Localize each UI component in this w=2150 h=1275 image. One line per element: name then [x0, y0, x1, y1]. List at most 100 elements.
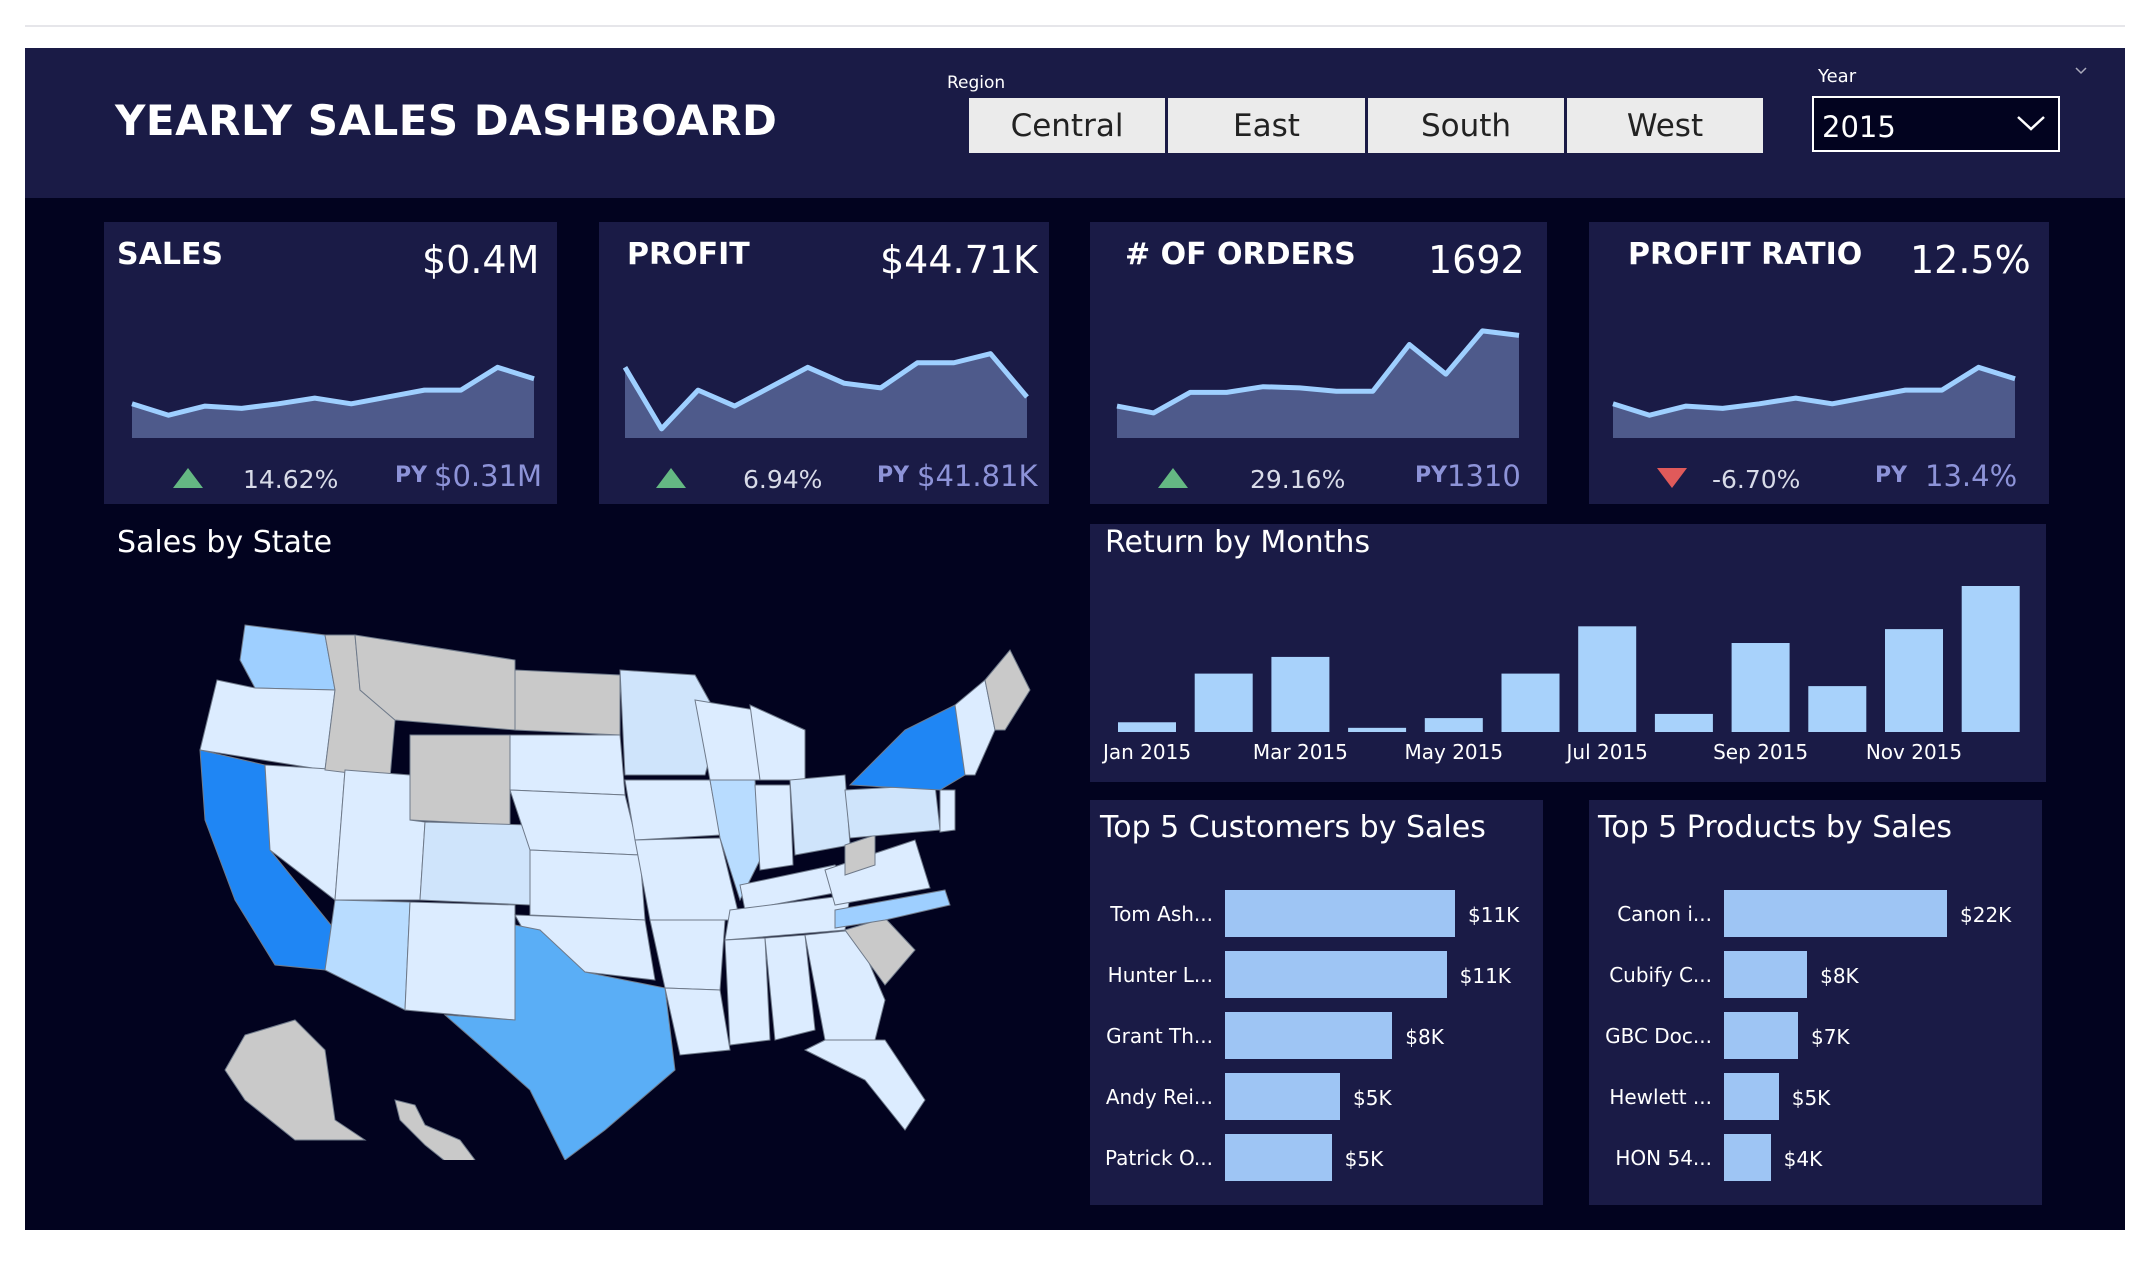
bar-category-label: HON 54...	[1615, 1146, 1712, 1170]
bar[interactable]	[1225, 890, 1455, 937]
month-bar[interactable]	[1961, 586, 2020, 732]
kpi-delta: 14.62%	[243, 465, 339, 494]
region-button-west[interactable]: West	[1567, 98, 1763, 153]
bar[interactable]	[1225, 1012, 1393, 1059]
us-sales-map[interactable]	[185, 600, 1055, 1160]
state-ohio	[789, 774, 851, 856]
region-button-east[interactable]: East	[1168, 98, 1365, 153]
region-button-central[interactable]: Central	[969, 98, 1165, 153]
bar-category-label: Grant Th...	[1106, 1024, 1213, 1048]
state-wyoming	[409, 734, 511, 826]
month-bar[interactable]	[1118, 722, 1176, 732]
state-new-jersey	[939, 789, 956, 833]
month-bar[interactable]	[1808, 686, 1867, 732]
region-slicer-label: Region	[947, 73, 1006, 93]
bar[interactable]	[1225, 951, 1447, 998]
month-tick-label: Sep 2015	[1713, 740, 1808, 764]
bar-category-label: Andy Rei...	[1105, 1085, 1213, 1109]
month-tick-label: Mar 2015	[1253, 740, 1348, 764]
kpi-py-label: PY	[1415, 463, 1448, 488]
month-bar[interactable]	[1424, 718, 1483, 732]
top-customers-chart: Tom Ash... $11K Hunter L... $11K Grant Th...…	[1090, 870, 1543, 1200]
kpi-title: SALES	[117, 237, 224, 272]
kpi-value: $0.4M	[422, 238, 540, 282]
bar[interactable]	[1724, 890, 1947, 937]
state-indiana	[754, 784, 794, 871]
kpi-py-label: PY	[877, 463, 910, 488]
month-bar[interactable]	[1271, 656, 1330, 732]
kpi-value: $44.71K	[880, 238, 1038, 282]
kpi-value: 1692	[1428, 238, 1525, 282]
month-tick-label: Jan 2015	[1101, 740, 1191, 764]
month-bar[interactable]	[1194, 673, 1253, 732]
bar-value-label: $7K	[1810, 1025, 1850, 1049]
state-colorado	[419, 821, 531, 906]
bar-value-label: $8K	[1820, 964, 1859, 988]
sparkline-area	[625, 353, 1027, 438]
orders-sparkline	[1116, 328, 1520, 438]
state-hawaii	[394, 1099, 476, 1160]
kpi-title: # OF ORDERS	[1125, 237, 1356, 272]
state-mississippi	[724, 937, 771, 1046]
trend-up-icon	[173, 468, 203, 488]
bar[interactable]	[1225, 1134, 1332, 1181]
state-south-dakota	[509, 734, 626, 796]
top-products-title: Top 5 Products by Sales	[1598, 810, 1953, 845]
bar-value-label: $5K	[1791, 1086, 1831, 1110]
bar-category-label: Patrick O...	[1105, 1146, 1213, 1170]
bar-value-label: $4K	[1783, 1147, 1823, 1171]
page-title: YEARLY SALES DASHBOARD	[115, 96, 778, 145]
profit-ratio-sparkline	[1612, 364, 2016, 438]
month-bar[interactable]	[1731, 643, 1790, 732]
bar-value-label: $5K	[1353, 1086, 1392, 1110]
month-tick-label: Jul 2015	[1565, 740, 1648, 764]
bar-category-label: GBC Doc...	[1605, 1024, 1712, 1048]
kpi-py-value: 13.4%	[1925, 459, 2018, 493]
trend-up-icon	[656, 468, 686, 488]
kpi-py-label: PY	[1875, 463, 1908, 488]
state-arkansas	[649, 919, 726, 991]
month-bar[interactable]	[1885, 629, 1943, 732]
bar-value-label: $11K	[1459, 964, 1511, 988]
bar[interactable]	[1724, 951, 1808, 998]
kpi-py-value: $0.31M	[434, 459, 543, 493]
top-divider	[25, 25, 2125, 27]
month-tick-label: Nov 2015	[1866, 740, 1962, 764]
bar-value-label: $22K	[1960, 903, 2012, 927]
state-arizona	[324, 899, 411, 1011]
profit-sparkline	[623, 351, 1029, 438]
month-bar[interactable]	[1348, 727, 1407, 732]
kpi-value: 12.5%	[1910, 238, 2031, 282]
state-nebraska	[509, 789, 641, 856]
returns-bar-chart: Jan 2015 Mar 2015 May 2015 Jul 2015 Sep 2015…	[1101, 586, 2020, 764]
bar[interactable]	[1724, 1073, 1779, 1120]
chevron-down-icon	[2017, 116, 2045, 131]
kpi-py-value: $41.81K	[917, 459, 1038, 493]
sales-sparkline	[131, 364, 535, 438]
month-tick-label: May 2015	[1404, 740, 1503, 764]
trend-down-icon	[1657, 468, 1687, 488]
bar[interactable]	[1724, 1012, 1798, 1059]
year-dropdown[interactable]: 2015	[1812, 96, 2060, 152]
month-bar[interactable]	[1501, 673, 1560, 732]
kpi-title: PROFIT	[627, 237, 750, 272]
kpi-delta: -6.70%	[1712, 465, 1801, 494]
chevron-down-icon[interactable]	[2074, 64, 2088, 78]
bar-value-label: $8K	[1405, 1025, 1444, 1049]
month-bar[interactable]	[1578, 626, 1637, 732]
bar[interactable]	[1225, 1073, 1340, 1120]
state-pennsylvania	[844, 784, 941, 839]
state-north-dakota	[514, 669, 621, 736]
bar-value-label: $11K	[1468, 903, 1520, 927]
state-alaska	[224, 1019, 367, 1141]
bar-category-label: Hunter L...	[1107, 963, 1213, 987]
bar-category-label: Cubify C...	[1609, 963, 1712, 987]
bar-category-label: Canon i...	[1617, 902, 1712, 926]
state-washington	[239, 624, 336, 691]
bar-category-label: Hewlett ...	[1609, 1085, 1712, 1109]
region-button-south[interactable]: South	[1368, 98, 1564, 153]
bar[interactable]	[1724, 1134, 1771, 1181]
month-bar[interactable]	[1654, 713, 1713, 732]
state-michigan	[749, 704, 806, 781]
bar-category-label: Tom Ash...	[1110, 902, 1213, 926]
